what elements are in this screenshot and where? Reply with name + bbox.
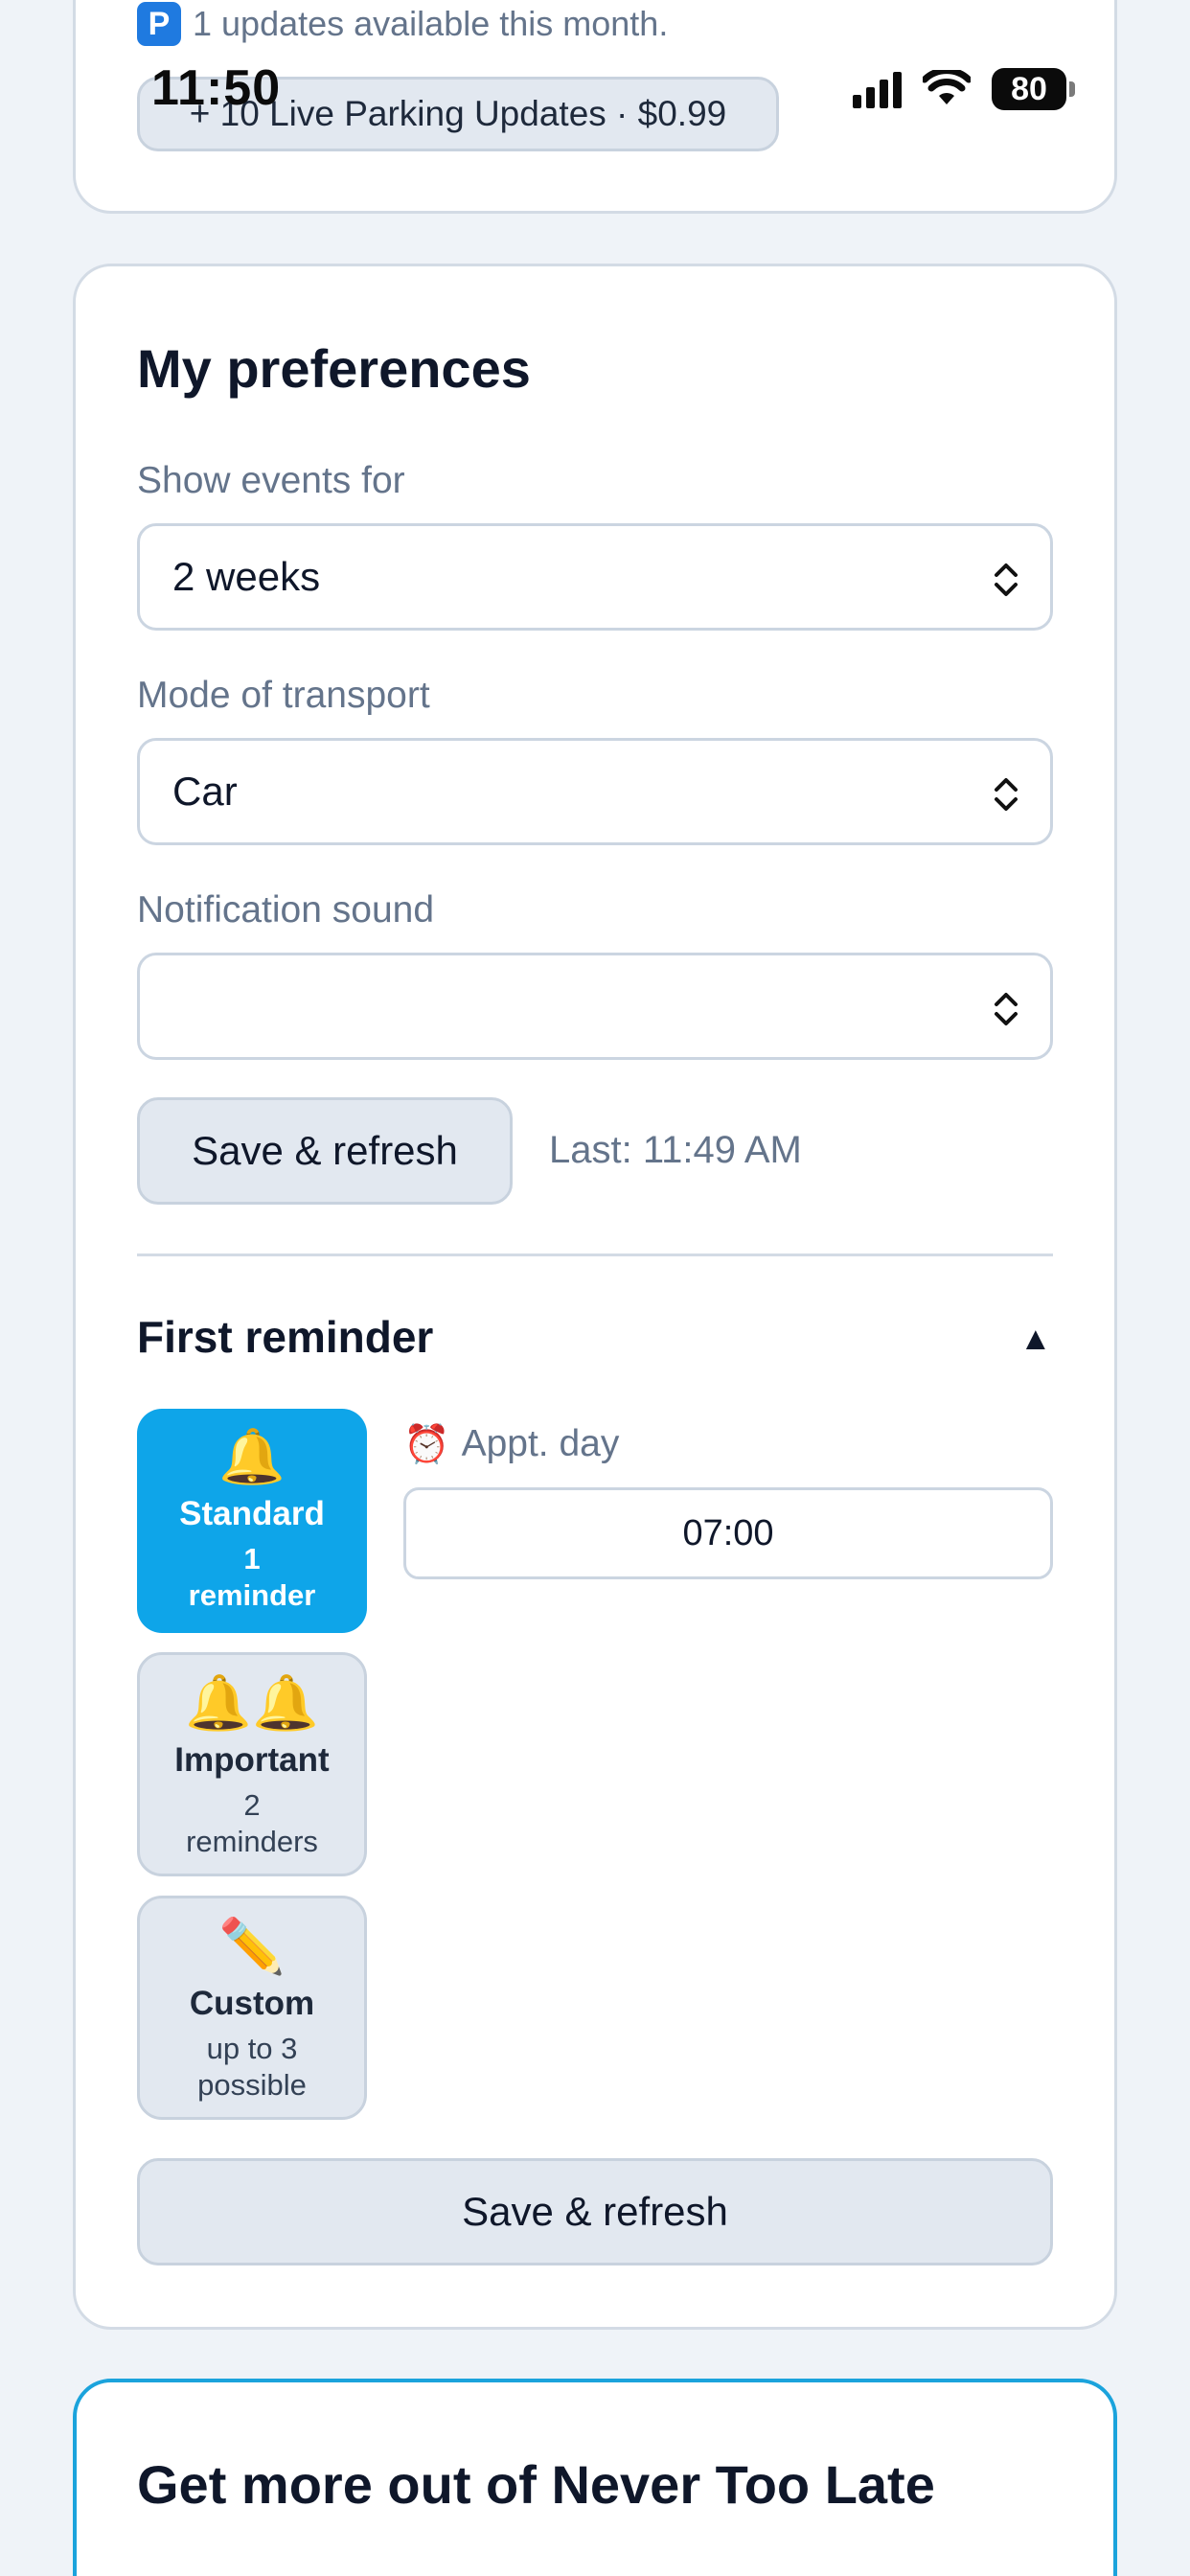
transport-label: Mode of transport	[137, 675, 430, 716]
show-events-label: Show events for	[137, 460, 405, 501]
tile-sub: 1 reminder	[189, 1541, 316, 1614]
bell-icon: 🔔🔔	[185, 1672, 319, 1733]
tile-sub-line: 2	[243, 1788, 261, 1822]
get-more-title: Get more out of Never Too Late	[137, 2454, 935, 2515]
last-saved-text: Last: 11:49 AM	[549, 1129, 802, 1171]
updates-available-text: P 1 updates available this month.	[137, 2, 668, 46]
tile-sub-line: reminder	[188, 1578, 316, 1612]
tile-sub: 2 reminders	[186, 1787, 318, 1860]
wifi-icon	[923, 70, 971, 104]
sound-select[interactable]	[137, 953, 1053, 1060]
reminder-tile-standard[interactable]: 🔔 Standard 1 reminder	[137, 1409, 367, 1633]
collapse-toggle-icon[interactable]: ▲	[1019, 1321, 1052, 1358]
tile-name: Custom	[189, 1985, 315, 2022]
pencil-icon: ✏️	[218, 1916, 286, 1976]
status-icons: 80	[853, 65, 1075, 113]
bell-icon: 🔔	[218, 1426, 286, 1486]
appt-time-input[interactable]: 07:00	[403, 1487, 1053, 1579]
battery-level: 80	[992, 68, 1066, 110]
signal-icon	[853, 70, 902, 108]
first-reminder-title: First reminder	[137, 1312, 434, 1362]
tile-sub-line: reminders	[186, 1825, 318, 1858]
status-time: 11:50	[151, 60, 282, 116]
chevron-updown-icon	[995, 993, 1018, 1025]
chevron-updown-icon	[995, 778, 1018, 811]
preferences-title: My preferences	[137, 338, 531, 399]
chevron-updown-icon	[995, 564, 1018, 596]
tile-sub: up to 3 possible	[197, 2031, 307, 2104]
show-events-select[interactable]: 2 weeks	[137, 523, 1053, 631]
reminder-tile-custom[interactable]: ✏️ Custom up to 3 possible	[137, 1896, 367, 2120]
save-refresh-button[interactable]: Save & refresh	[137, 1097, 513, 1205]
appt-day-label: Appt. day	[461, 1423, 620, 1464]
tile-sub-line: 1	[243, 1542, 261, 1576]
tile-name: Standard	[179, 1495, 325, 1532]
transport-value: Car	[172, 769, 238, 814]
show-events-value: 2 weeks	[172, 554, 321, 599]
alarm-clock-icon: ⏰	[403, 1424, 450, 1465]
parking-icon: P	[137, 2, 181, 46]
sound-label: Notification sound	[137, 889, 435, 931]
updates-available-label: 1 updates available this month.	[193, 4, 669, 43]
reminder-tile-important[interactable]: 🔔🔔 Important 2 reminders	[137, 1652, 367, 1876]
tile-sub-line: up to 3	[206, 2032, 298, 2065]
appt-day-label-row: ⏰ Appt. day	[403, 1422, 619, 1466]
divider	[137, 1254, 1053, 1256]
save-refresh-button-reminder[interactable]: Save & refresh	[137, 2158, 1053, 2266]
transport-select[interactable]: Car	[137, 738, 1053, 845]
tile-name: Important	[174, 1741, 330, 1779]
battery-icon: 80	[992, 68, 1075, 110]
tile-sub-line: possible	[197, 2068, 307, 2102]
